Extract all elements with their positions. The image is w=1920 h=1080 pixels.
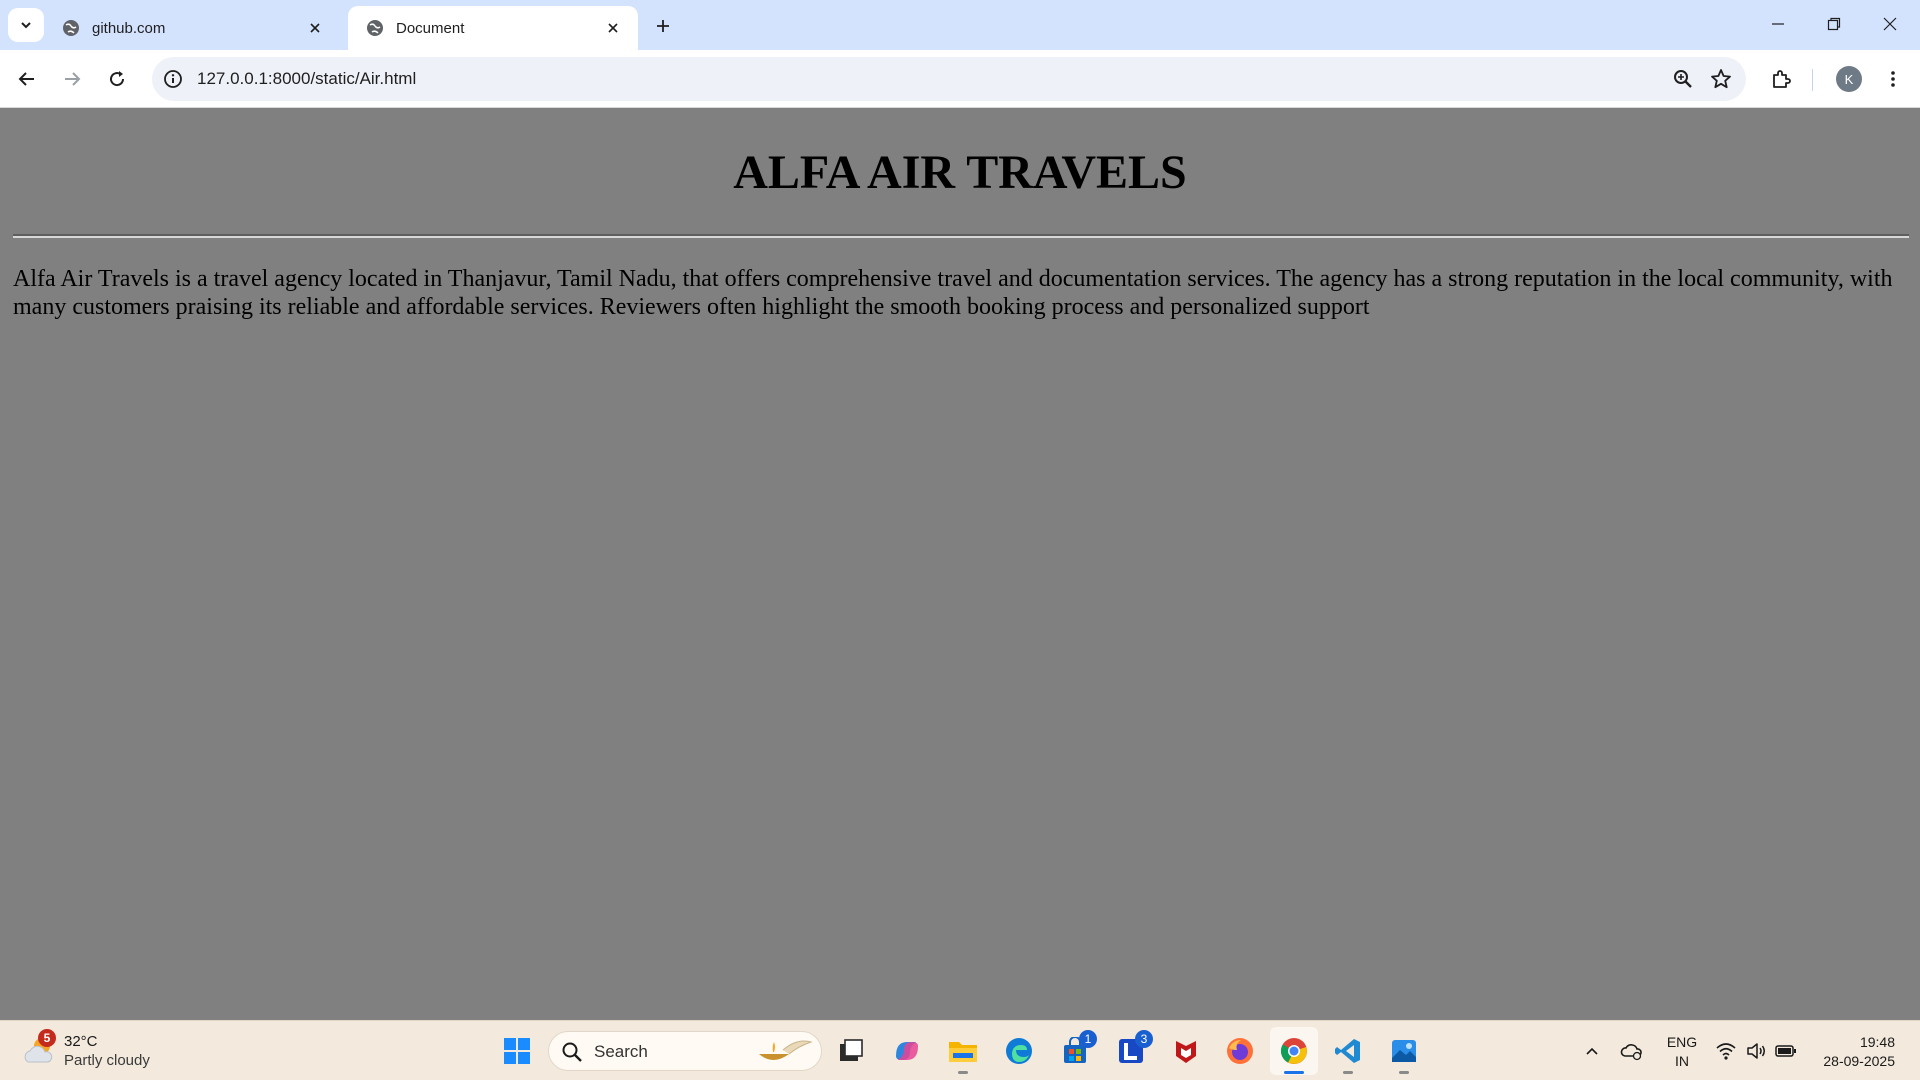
new-tab-button[interactable]	[648, 11, 678, 41]
taskbar-chrome[interactable]	[1270, 1027, 1318, 1075]
plus-icon	[657, 20, 669, 32]
arrow-left-icon	[18, 72, 34, 86]
weather-temp: 32°C	[64, 1033, 98, 1050]
horizontal-rule	[13, 234, 1909, 238]
taskbar: 5 32°C Partly cloudy Search 1 3 ENG IN 1…	[0, 1020, 1920, 1080]
weather-badge: 5	[38, 1029, 56, 1047]
zoom-icon[interactable]	[1672, 68, 1694, 90]
search-label: Search	[594, 1042, 648, 1061]
diya-icon	[759, 1040, 813, 1060]
reload-button[interactable]	[100, 62, 134, 96]
running-indicator	[958, 1071, 968, 1074]
weather-condition: Partly cloudy	[64, 1052, 150, 1069]
search-icon	[562, 1042, 582, 1062]
firefox-icon	[1227, 1038, 1253, 1064]
wifi-icon	[1716, 1043, 1736, 1060]
taskbar-task-view[interactable]	[827, 1027, 875, 1075]
show-hidden-icons-button[interactable]	[1580, 1039, 1604, 1063]
taskbar-file-explorer[interactable]	[939, 1027, 987, 1075]
tab-document[interactable]: Document	[348, 6, 638, 50]
restore-icon	[1827, 17, 1841, 31]
tab-search-button[interactable]	[8, 8, 44, 42]
tab-github[interactable]: github.com	[44, 6, 340, 50]
lang-region: IN	[1675, 1053, 1689, 1069]
close-tab-button[interactable]	[304, 17, 326, 39]
chrome-icon	[1280, 1038, 1307, 1064]
browser-toolbar: 127.0.0.1:8000/static/Air.html	[0, 50, 1920, 108]
globe-icon	[367, 20, 383, 36]
language-indicator[interactable]: ENG IN	[1664, 1033, 1700, 1071]
notification-badge: 1	[1079, 1030, 1097, 1048]
running-indicator	[1399, 1071, 1409, 1074]
running-indicator	[1284, 1071, 1304, 1074]
puzzle-icon	[1773, 70, 1791, 88]
close-window-button[interactable]	[1862, 0, 1918, 48]
cloud-sync-icon	[1620, 1044, 1642, 1061]
close-tab-button[interactable]	[602, 17, 624, 39]
chevron-down-icon	[21, 22, 31, 29]
clock[interactable]: 19:48 28-09-2025	[1815, 1033, 1895, 1071]
menu-button[interactable]	[1876, 62, 1910, 96]
edge-icon	[1006, 1038, 1032, 1064]
mcafee-icon	[1176, 1041, 1196, 1063]
page-paragraph: Alfa Air Travels is a travel agency loca…	[13, 266, 1893, 320]
photos-icon	[1392, 1040, 1416, 1062]
lang-code: ENG	[1666, 1034, 1698, 1050]
arrow-right-icon	[65, 72, 81, 86]
notification-badge: 3	[1135, 1030, 1153, 1048]
address-bar[interactable]: 127.0.0.1:8000/static/Air.html	[152, 57, 1746, 101]
taskbar-edge[interactable]	[995, 1027, 1043, 1075]
weather-widget[interactable]: 5 32°C Partly cloudy	[22, 1029, 182, 1073]
clock-time: 19:48	[1859, 1034, 1895, 1050]
volume-icon	[1747, 1043, 1765, 1059]
onedrive-tray[interactable]	[1620, 1039, 1644, 1063]
windows-logo-icon	[504, 1038, 530, 1064]
tab-title: Document	[396, 19, 465, 37]
globe-icon	[63, 20, 79, 36]
taskbar-search[interactable]: Search	[548, 1031, 822, 1071]
web-page: ALFA AIR TRAVELS Alfa Air Travels is a t…	[0, 109, 1920, 1020]
task-view-icon	[840, 1039, 863, 1061]
taskbar-copilot[interactable]	[883, 1027, 931, 1075]
close-icon	[1883, 17, 1897, 31]
battery-tray[interactable]	[1774, 1039, 1798, 1063]
taskbar-vscode[interactable]	[1324, 1027, 1372, 1075]
reload-icon	[110, 71, 125, 87]
taskbar-store[interactable]: 1	[1051, 1027, 1099, 1075]
volume-tray[interactable]	[1744, 1039, 1768, 1063]
vscode-icon	[1335, 1039, 1360, 1063]
clock-date: 28-09-2025	[1823, 1053, 1895, 1069]
folder-icon	[949, 1042, 977, 1062]
battery-icon	[1775, 1045, 1796, 1057]
star-icon[interactable]	[1710, 68, 1732, 90]
tab-title: github.com	[92, 19, 166, 37]
forward-button[interactable]	[55, 62, 89, 96]
back-button[interactable]	[10, 62, 44, 96]
taskbar-mcafee[interactable]	[1162, 1027, 1210, 1075]
more-vert-icon	[1891, 71, 1895, 87]
minimize-button[interactable]	[1750, 0, 1806, 48]
taskbar-l-app[interactable]: 3	[1107, 1027, 1155, 1075]
page-title: ALFA AIR TRAVELS	[733, 146, 1187, 199]
copilot-icon	[896, 1042, 918, 1060]
close-icon	[608, 23, 618, 33]
profile-avatar[interactable]: K	[1836, 66, 1862, 92]
restore-button[interactable]	[1806, 0, 1862, 48]
taskbar-photos[interactable]	[1380, 1027, 1428, 1075]
running-indicator	[1343, 1071, 1353, 1074]
wifi-tray[interactable]	[1714, 1039, 1738, 1063]
start-button[interactable]	[493, 1027, 541, 1075]
url-text[interactable]: 127.0.0.1:8000/static/Air.html	[197, 69, 416, 89]
toolbar-divider	[1812, 69, 1813, 91]
chevron-up-icon	[1586, 1047, 1598, 1055]
minimize-icon	[1772, 23, 1784, 25]
info-icon[interactable]	[162, 68, 184, 90]
taskbar-firefox[interactable]	[1216, 1027, 1264, 1075]
extensions-button[interactable]	[1764, 62, 1798, 96]
tab-strip: github.com Document	[0, 0, 1920, 50]
close-icon	[310, 23, 320, 33]
